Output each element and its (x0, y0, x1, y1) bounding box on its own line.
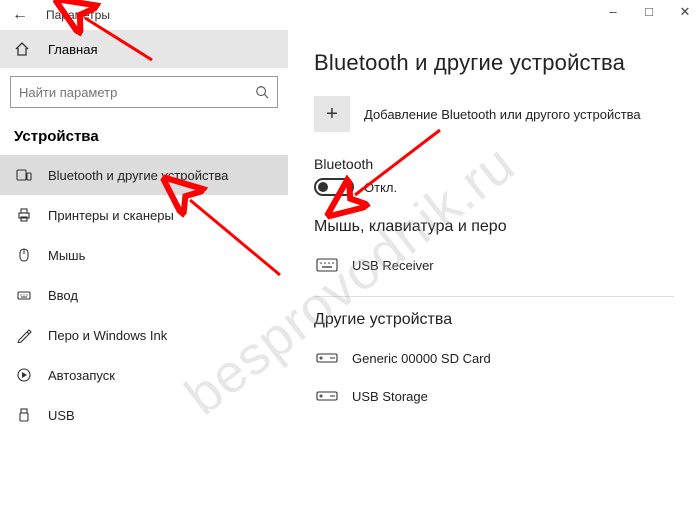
usb-icon (14, 405, 34, 425)
sidebar-item-pen[interactable]: Перо и Windows Ink (0, 315, 288, 355)
device-row[interactable]: Generic 00000 SD Card (314, 339, 674, 377)
sidebar-item-label: Принтеры и сканеры (48, 208, 174, 223)
storage-icon (314, 348, 340, 368)
plus-icon: + (326, 103, 338, 126)
sidebar-item-label: USB (48, 408, 75, 423)
sidebar-item-mouse[interactable]: Мышь (0, 235, 288, 275)
bluetooth-toggle[interactable] (314, 178, 354, 196)
sidebar-item-autoplay[interactable]: Автозапуск (0, 355, 288, 395)
sidebar-item-label: Автозапуск (48, 368, 115, 383)
sidebar-item-label: Ввод (48, 288, 78, 303)
window-controls: – □ ✕ (604, 4, 694, 20)
group-other-devices: Другие устройства (314, 311, 674, 329)
printer-icon (14, 205, 34, 225)
keyboard-icon (314, 255, 340, 275)
device-row[interactable]: USB Receiver (314, 246, 674, 284)
add-device-row[interactable]: + Добавление Bluetooth или другого устро… (314, 96, 674, 132)
bluetooth-state: Откл. (364, 180, 397, 195)
sidebar-item-bluetooth[interactable]: Bluetooth и другие устройства (0, 155, 288, 195)
sidebar-item-home[interactable]: Главная (0, 30, 288, 68)
sidebar-item-typing[interactable]: Ввод (0, 275, 288, 315)
sidebar-item-usb[interactable]: USB (0, 395, 288, 435)
pen-icon (14, 325, 34, 345)
sidebar-item-label: Мышь (48, 248, 85, 263)
home-icon (14, 41, 34, 57)
back-button[interactable]: ← (8, 3, 32, 27)
title-bar: ← Параметры – □ ✕ (0, 0, 700, 30)
device-label: Generic 00000 SD Card (352, 351, 491, 366)
minimize-button[interactable]: – (604, 4, 622, 20)
add-device-label: Добавление Bluetooth или другого устройс… (364, 107, 641, 122)
mouse-icon (14, 245, 34, 265)
maximize-button[interactable]: □ (640, 4, 658, 20)
sidebar-section-title: Устройства (0, 114, 288, 155)
sidebar-item-label: Bluetooth и другие устройства (48, 168, 228, 183)
divider (314, 296, 674, 297)
back-arrow-icon: ← (12, 6, 28, 24)
keyboard-icon (14, 285, 34, 305)
sidebar-item-printers[interactable]: Принтеры и сканеры (0, 195, 288, 235)
window-title: Параметры (46, 8, 110, 22)
search-icon (255, 85, 269, 99)
sidebar: Главная Устройства Bluetooth и другие ус… (0, 30, 288, 519)
sidebar-nav: Bluetooth и другие устройства Принтеры и… (0, 155, 288, 435)
group-mouse-keyboard-pen: Мышь, клавиатура и перо (314, 218, 674, 236)
sidebar-home-label: Главная (48, 42, 97, 57)
close-button[interactable]: ✕ (676, 4, 694, 20)
page-title: Bluetooth и другие устройства (314, 50, 674, 76)
toggle-knob-icon (318, 182, 328, 192)
sidebar-item-label: Перо и Windows Ink (48, 328, 167, 343)
storage-icon (314, 386, 340, 406)
autoplay-icon (14, 365, 34, 385)
devices-icon (14, 165, 34, 185)
main-panel: Bluetooth и другие устройства + Добавлен… (288, 30, 700, 519)
bluetooth-label: Bluetooth (314, 156, 674, 172)
add-device-button[interactable]: + (314, 96, 350, 132)
search-field[interactable] (19, 85, 255, 100)
device-label: USB Receiver (352, 258, 434, 273)
device-row[interactable]: USB Storage (314, 377, 674, 415)
search-input[interactable] (10, 76, 278, 108)
device-label: USB Storage (352, 389, 428, 404)
